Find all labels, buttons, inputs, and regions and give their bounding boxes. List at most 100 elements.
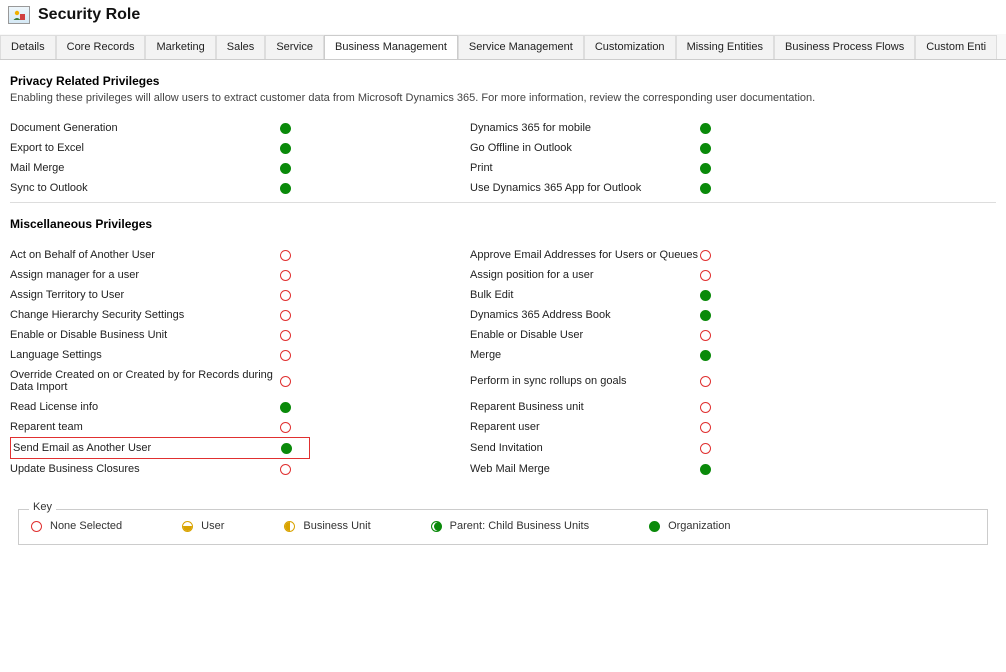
privilege-label: Dynamics 365 Address Book <box>470 305 700 325</box>
privilege-label: Dynamics 365 for mobile <box>470 118 700 138</box>
privilege-label: Read License info <box>10 397 280 417</box>
level-dot-none <box>280 250 291 261</box>
level-dot-none <box>280 422 291 433</box>
key-item-parent: Parent: Child Business Units <box>431 520 589 532</box>
privilege-level-toggle[interactable] <box>280 460 310 479</box>
privilege-level-toggle[interactable] <box>700 326 730 345</box>
privilege-level-toggle[interactable] <box>280 418 310 437</box>
level-dot-bu <box>284 521 295 532</box>
privilege-level-toggle[interactable] <box>280 372 310 391</box>
key-label: User <box>201 520 224 532</box>
privilege-level-toggle[interactable] <box>700 179 730 198</box>
level-dot-parent <box>431 521 442 532</box>
section-desc-privacy: Enabling these privileges will allow use… <box>10 92 996 104</box>
privilege-label: Use Dynamics 365 App for Outlook <box>470 178 700 198</box>
privilege-level-toggle[interactable] <box>700 460 730 479</box>
privilege-level-toggle[interactable] <box>700 266 730 285</box>
level-dot-none <box>700 402 711 413</box>
level-dot-none <box>280 464 291 475</box>
privilege-label: Override Created on or Created by for Re… <box>10 365 280 397</box>
level-dot-org <box>280 123 291 134</box>
privilege-level-toggle[interactable] <box>280 326 310 345</box>
privilege-level-toggle[interactable] <box>700 372 730 391</box>
privilege-label: Sync to Outlook <box>10 178 280 198</box>
level-dot-org <box>280 163 291 174</box>
privilege-level-toggle[interactable] <box>700 159 730 178</box>
privilege-level-toggle[interactable] <box>700 306 730 325</box>
privilege-level-toggle[interactable] <box>700 246 730 265</box>
level-dot-none <box>280 290 291 301</box>
level-dot-none <box>280 310 291 321</box>
tab-business-process-flows[interactable]: Business Process Flows <box>774 35 915 60</box>
tab-business-management[interactable]: Business Management <box>324 35 458 60</box>
level-dot-org <box>700 163 711 174</box>
privilege-level-toggle[interactable] <box>280 398 310 417</box>
privilege-label: Enable or Disable User <box>470 325 700 345</box>
privilege-level-toggle[interactable] <box>700 346 730 365</box>
key-label: None Selected <box>50 520 122 532</box>
section-title-privacy: Privacy Related Privileges <box>10 74 996 88</box>
level-dot-none <box>280 270 291 281</box>
key-row: None Selected User Business Unit Parent: Ch… <box>31 520 975 532</box>
privilege-level-toggle[interactable] <box>700 286 730 305</box>
level-dot-org <box>280 143 291 154</box>
privilege-level-toggle[interactable] <box>700 119 730 138</box>
tab-custom-enti[interactable]: Custom Enti <box>915 35 997 60</box>
privilege-level-toggle[interactable] <box>280 306 310 325</box>
tab-customization[interactable]: Customization <box>584 35 676 60</box>
tab-strip: DetailsCore RecordsMarketingSalesService… <box>0 34 1006 60</box>
privilege-level-toggle[interactable] <box>280 139 310 158</box>
key-item-bu: Business Unit <box>284 520 370 532</box>
tab-sales[interactable]: Sales <box>216 35 266 60</box>
page-title: Security Role <box>38 6 140 24</box>
privilege-level-toggle[interactable] <box>280 346 310 365</box>
privilege-label: Approve Email Addresses for Users or Que… <box>470 245 700 265</box>
key-legend: Key <box>29 501 56 513</box>
level-dot-none <box>31 521 42 532</box>
privilege-label: Web Mail Merge <box>470 459 700 479</box>
tab-missing-entities[interactable]: Missing Entities <box>676 35 774 60</box>
level-dot-org <box>281 443 292 454</box>
privilege-level-toggle[interactable] <box>700 418 730 437</box>
privilege-level-toggle[interactable] <box>280 286 310 305</box>
privilege-label: Enable or Disable Business Unit <box>10 325 280 345</box>
key-item-none: None Selected <box>31 520 122 532</box>
privilege-label: Language Settings <box>10 345 280 365</box>
level-dot-user <box>182 521 193 532</box>
privilege-label: Bulk Edit <box>470 285 700 305</box>
tab-service-management[interactable]: Service Management <box>458 35 584 60</box>
level-dot-none <box>700 443 711 454</box>
privilege-label: Reparent team <box>10 417 280 437</box>
tab-service[interactable]: Service <box>265 35 324 60</box>
tab-details[interactable]: Details <box>0 35 56 60</box>
tab-marketing[interactable]: Marketing <box>145 35 215 60</box>
privilege-level-toggle[interactable] <box>700 439 730 458</box>
privilege-level-toggle[interactable] <box>280 159 310 178</box>
privilege-level-toggle[interactable] <box>280 179 310 198</box>
privilege-label: Print <box>470 158 700 178</box>
tab-core-records[interactable]: Core Records <box>56 35 146 60</box>
window-header: Security Role <box>0 0 1006 34</box>
privilege-label: Go Offline in Outlook <box>470 138 700 158</box>
level-dot-org <box>700 143 711 154</box>
privilege-label: Perform in sync rollups on goals <box>470 371 700 391</box>
privilege-label: Mail Merge <box>10 158 280 178</box>
section-misc: Miscellaneous Privileges Act on Behalf o… <box>10 217 996 479</box>
privilege-level-toggle[interactable] <box>280 246 310 265</box>
level-dot-none <box>700 250 711 261</box>
privilege-level-toggle[interactable] <box>700 398 730 417</box>
content-area: Privacy Related Privileges Enabling thes… <box>0 60 1006 563</box>
privilege-label: Document Generation <box>10 118 280 138</box>
level-dot-none <box>280 350 291 361</box>
security-role-icon <box>8 6 30 24</box>
key-label: Business Unit <box>303 520 370 532</box>
privilege-level-toggle[interactable] <box>280 266 310 285</box>
section-privacy: Privacy Related Privileges Enabling thes… <box>10 74 996 203</box>
privilege-level-toggle[interactable] <box>280 119 310 138</box>
privilege-label: Assign position for a user <box>470 265 700 285</box>
level-dot-none <box>700 376 711 387</box>
privilege-level-toggle[interactable] <box>700 139 730 158</box>
privilege-label: Reparent Business unit <box>470 397 700 417</box>
privilege-level-toggle[interactable] <box>281 439 311 458</box>
level-dot-org <box>280 183 291 194</box>
